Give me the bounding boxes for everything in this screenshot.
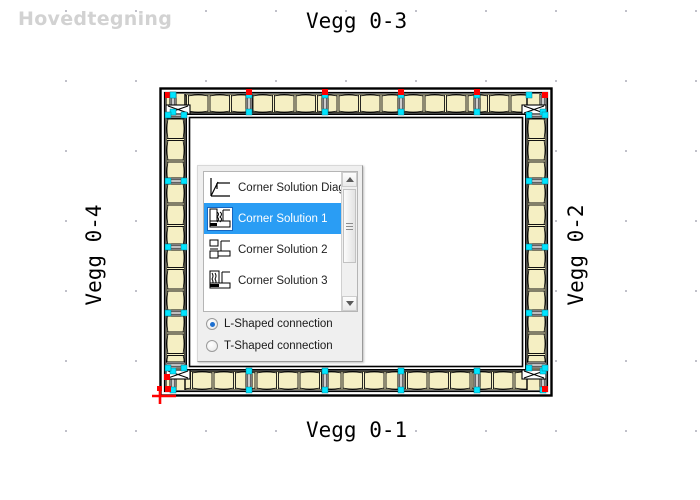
corner-solution-dialog[interactable]: Corner Solution Diagon Corner Solution bbox=[197, 165, 363, 362]
drawing-canvas[interactable]: Hovedtegning Vegg 0-3 Vegg 0-1 Vegg 0-4 … bbox=[0, 0, 700, 500]
list-item-label: Corner Solution 2 bbox=[238, 243, 328, 256]
list-item[interactable]: Corner Solution 1 bbox=[204, 203, 357, 234]
scroll-down-arrow-icon[interactable] bbox=[342, 296, 357, 311]
list-scrollbar[interactable] bbox=[341, 172, 357, 311]
list-item[interactable]: Corner Solution 2 bbox=[204, 234, 357, 265]
corner-solution-1-icon bbox=[207, 206, 233, 231]
radio-selected-icon[interactable] bbox=[206, 318, 218, 330]
radio-l-shaped-connection[interactable]: L-Shaped connection bbox=[206, 318, 333, 330]
list-item-label: Corner Solution Diagon bbox=[238, 181, 342, 194]
corner-solution-list[interactable]: Corner Solution Diagon Corner Solution bbox=[203, 171, 358, 312]
list-item-label: Corner Solution 1 bbox=[238, 212, 328, 225]
corner-solution-2-icon bbox=[207, 237, 233, 262]
scrollbar-grip-icon bbox=[346, 222, 353, 231]
radio-t-shaped-connection[interactable]: T-Shaped connection bbox=[206, 340, 333, 352]
scrollbar-thumb[interactable] bbox=[343, 189, 356, 263]
scroll-up-arrow-icon[interactable] bbox=[342, 172, 357, 187]
corner-solution-3-icon bbox=[207, 268, 233, 293]
corner-diagonal-icon bbox=[207, 175, 233, 200]
radio-unselected-icon[interactable] bbox=[206, 340, 218, 352]
radio-label: T-Shaped connection bbox=[224, 340, 333, 352]
list-item-label: Corner Solution 3 bbox=[238, 274, 328, 287]
list-item[interactable]: Corner Solution Diagon bbox=[204, 172, 357, 203]
list-item[interactable]: Corner Solution 3 bbox=[204, 265, 357, 296]
radio-label: L-Shaped connection bbox=[224, 318, 333, 330]
